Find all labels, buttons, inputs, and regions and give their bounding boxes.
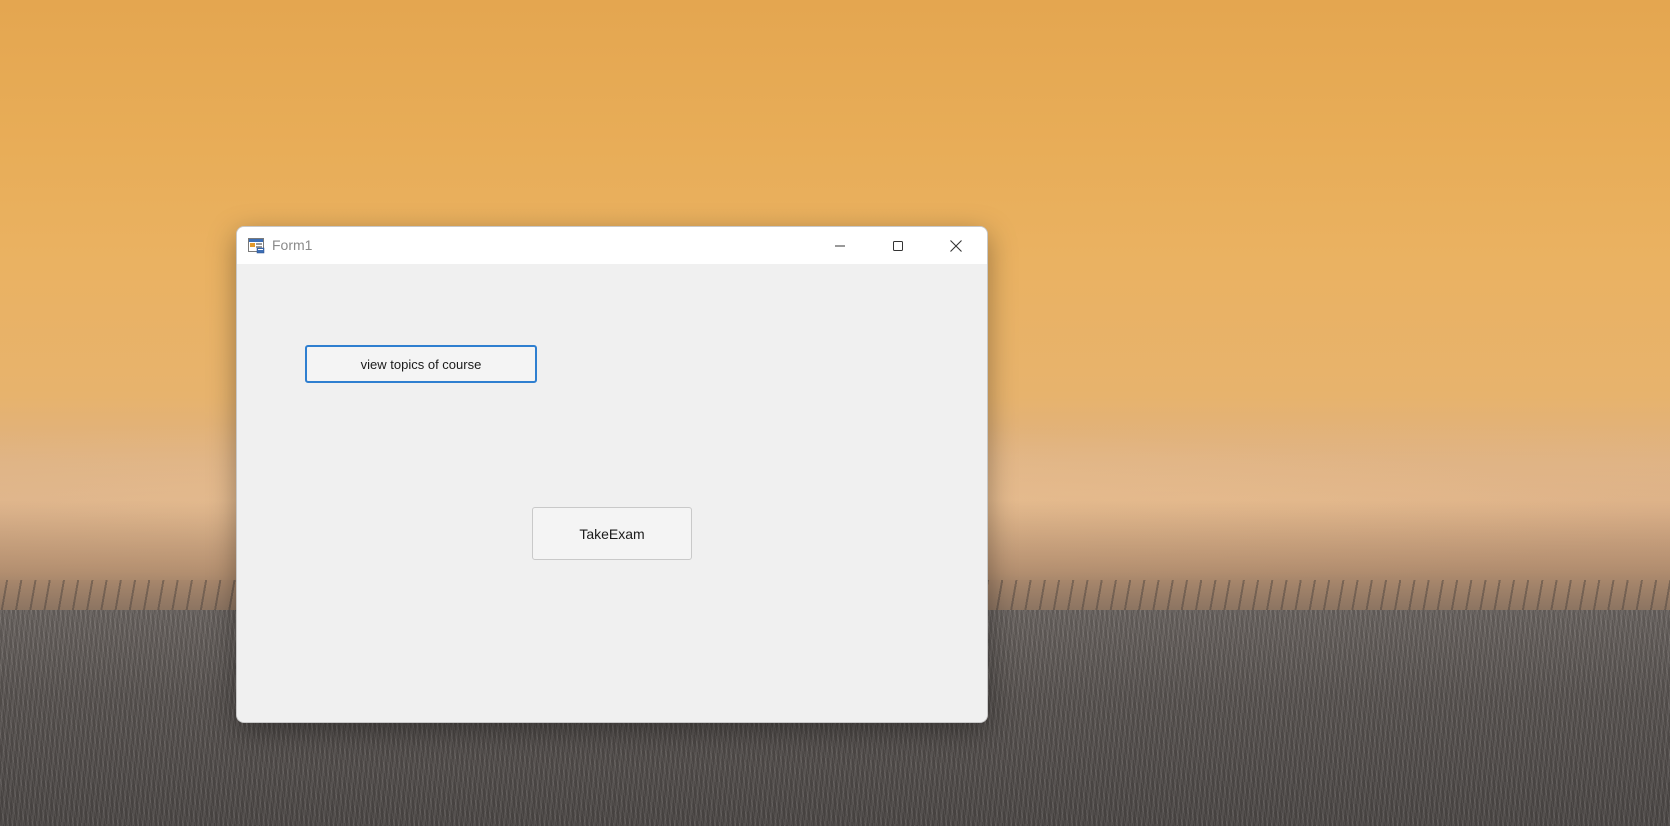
window-title: Form1 xyxy=(272,237,313,253)
maximize-icon xyxy=(893,240,903,251)
minimize-button[interactable] xyxy=(811,227,869,264)
maximize-button[interactable] xyxy=(869,227,927,264)
form-client-area xyxy=(237,264,987,722)
close-icon xyxy=(950,239,962,252)
title-bar[interactable]: Form1 xyxy=(237,227,987,264)
minimize-icon xyxy=(835,245,845,246)
view-topics-button[interactable]: view topics of course xyxy=(305,345,537,383)
close-button[interactable] xyxy=(927,227,985,264)
form-app-icon[interactable] xyxy=(248,237,265,254)
form1-window: Form1 xyxy=(236,226,988,723)
take-exam-button[interactable]: TakeExam xyxy=(532,507,692,560)
